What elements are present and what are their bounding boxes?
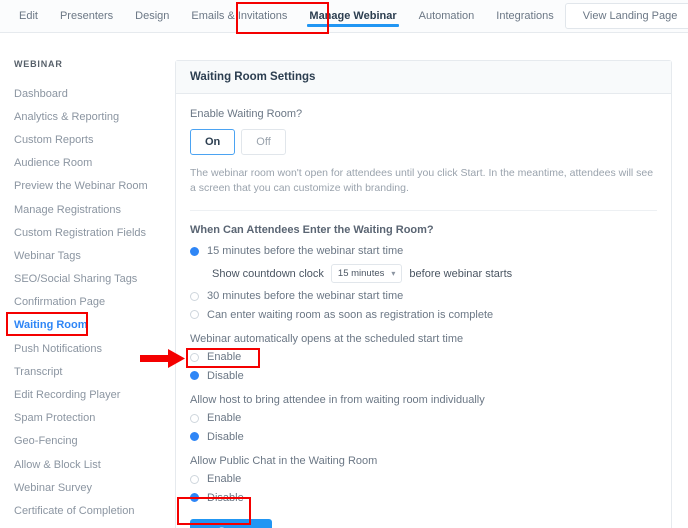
public-chat-enable-radio[interactable]: Enable	[190, 473, 657, 485]
sidebar-section-title: WEBINAR	[14, 59, 63, 69]
auto-open-disable-label: Disable	[207, 369, 244, 382]
tab-presenters-label: Presenters	[59, 10, 114, 22]
toggle-off-button[interactable]: Off	[241, 129, 286, 155]
tab-presenters[interactable]: Presenters	[49, 0, 124, 32]
toggle-on-button[interactable]: On	[190, 129, 236, 155]
sidebar-item-edit-recording-player[interactable]: Edit Recording Player	[0, 383, 168, 406]
public-chat-disable-label: Disable	[207, 491, 244, 504]
bring-attendee-enable-label: Enable	[207, 412, 242, 425]
bring-attendee-heading: Allow host to bring attendee in from wai…	[190, 393, 485, 406]
public-chat-enable-label: Enable	[207, 473, 242, 486]
tab-edit[interactable]: Edit	[8, 0, 49, 32]
countdown-duration-select[interactable]: 15 minutes ▾	[330, 264, 403, 284]
sidebar-item-seo-social-sharing-tags[interactable]: SEO/Social Sharing Tags	[0, 268, 168, 291]
bring-attendee-disable-label: Disable	[207, 430, 244, 443]
bring-attendee-disable-indicator	[190, 432, 199, 442]
tab-design-label: Design	[135, 10, 170, 22]
public-chat-disable-radio[interactable]: Disable	[190, 492, 657, 504]
waiting-room-help-text: The webinar room won't open for attendee…	[190, 167, 654, 195]
sidebar-item-manage-registrations[interactable]: Manage Registrations	[0, 198, 168, 221]
waiting-room-settings-panel: Waiting Room Settings Enable Waiting Roo…	[175, 60, 672, 528]
sidebar-item-webinar-survey[interactable]: Webinar Survey	[0, 476, 168, 499]
radio-30-minutes-before-indicator	[190, 291, 199, 301]
panel-body: Enable Waiting Room? On Off The webinar …	[176, 94, 671, 528]
tab-edit-label: Edit	[19, 10, 38, 22]
sidebar-item-audience-room[interactable]: Audience Room	[0, 152, 168, 175]
countdown-prefix-label: Show countdown clock	[212, 267, 324, 280]
enable-waiting-room-toggle: On Off	[190, 129, 657, 155]
radio-after-registration-label: Can enter waiting room as soon as regist…	[207, 308, 494, 321]
auto-open-enable-indicator	[190, 352, 199, 362]
tab-manage-webinar[interactable]: Manage Webinar	[298, 0, 407, 32]
sidebar-item-geo-fencing[interactable]: Geo-Fencing	[0, 430, 168, 453]
countdown-suffix-label: before webinar starts	[409, 267, 513, 280]
auto-open-disable-indicator	[190, 371, 199, 381]
save-button[interactable]: Save	[190, 519, 272, 528]
tab-automation[interactable]: Automation	[408, 0, 486, 32]
tab-integrations[interactable]: Integrations	[485, 0, 564, 32]
sidebar-item-webinar-tags[interactable]: Webinar Tags	[0, 244, 168, 267]
top-navigation-bar: Edit Presenters Design Emails & Invitati…	[0, 0, 688, 33]
sidebar: WEBINAR Dashboard Analytics & Reporting …	[0, 33, 168, 528]
sidebar-item-preview-webinar-room[interactable]: Preview the Webinar Room	[0, 175, 168, 198]
sidebar-item-confirmation-page[interactable]: Confirmation Page	[0, 291, 168, 314]
tab-design[interactable]: Design	[124, 0, 180, 32]
public-chat-disable-indicator	[190, 493, 199, 503]
sidebar-item-waiting-room[interactable]: Waiting Room	[0, 314, 168, 337]
radio-after-registration-indicator	[190, 310, 199, 320]
countdown-duration-value: 15 minutes	[337, 268, 385, 280]
auto-open-enable-label: Enable	[207, 351, 242, 364]
bring-attendee-enable-indicator	[190, 413, 199, 423]
radio-30-minutes-before-label: 30 minutes before the webinar start time	[207, 290, 404, 303]
tab-integrations-label: Integrations	[496, 10, 554, 22]
panel-title: Waiting Room Settings	[176, 61, 671, 94]
radio-15-minutes-before-label: 15 minutes before the webinar start time	[207, 245, 404, 258]
tab-emails-invitations[interactable]: Emails & Invitations	[180, 0, 298, 32]
tab-emails-invitations-label: Emails & Invitations	[191, 10, 288, 22]
chevron-down-icon: ▾	[391, 269, 396, 279]
sidebar-item-allow-block-list[interactable]: Allow & Block List	[0, 453, 168, 476]
public-chat-enable-indicator	[190, 474, 199, 484]
bring-attendee-enable-radio[interactable]: Enable	[190, 412, 657, 424]
auto-open-enable-radio[interactable]: Enable	[190, 351, 657, 363]
top-nav-actions: View Landing Page	[564, 0, 688, 32]
tab-automation-label: Automation	[418, 10, 475, 22]
view-landing-page-button[interactable]: View Landing Page	[564, 3, 688, 29]
radio-after-registration[interactable]: Can enter waiting room as soon as regist…	[190, 309, 657, 321]
sidebar-item-dashboard[interactable]: Dashboard	[0, 82, 168, 105]
sidebar-item-certificate-of-completion[interactable]: Certificate of Completion	[0, 499, 168, 522]
radio-15-minutes-before[interactable]: 15 minutes before the webinar start time	[190, 245, 657, 257]
radio-30-minutes-before[interactable]: 30 minutes before the webinar start time	[190, 290, 657, 302]
sidebar-item-transcript[interactable]: Transcript	[0, 360, 168, 383]
top-nav-tabs: Edit Presenters Design Emails & Invitati…	[0, 0, 565, 32]
when-enter-label: When Can Attendees Enter the Waiting Roo…	[190, 224, 434, 237]
sidebar-item-analytics-reporting[interactable]: Analytics & Reporting	[0, 105, 168, 128]
sidebar-item-custom-registration-fields[interactable]: Custom Registration Fields	[0, 221, 168, 244]
public-chat-heading: Allow Public Chat in the Waiting Room	[190, 454, 378, 467]
sidebar-item-custom-reports[interactable]: Custom Reports	[0, 128, 168, 151]
bring-attendee-disable-radio[interactable]: Disable	[190, 431, 657, 443]
sidebar-item-spam-protection[interactable]: Spam Protection	[0, 407, 168, 430]
section-divider	[190, 210, 657, 212]
enable-waiting-room-label: Enable Waiting Room?	[190, 108, 303, 120]
sidebar-item-push-notifications[interactable]: Push Notifications	[0, 337, 168, 360]
countdown-clock-row: Show countdown clock 15 minutes ▾ before…	[212, 264, 657, 284]
tab-manage-webinar-label: Manage Webinar	[309, 10, 397, 22]
auto-open-disable-radio[interactable]: Disable	[190, 370, 657, 382]
auto-open-heading: Webinar automatically opens at the sched…	[190, 332, 464, 345]
radio-15-minutes-before-indicator	[190, 246, 199, 256]
